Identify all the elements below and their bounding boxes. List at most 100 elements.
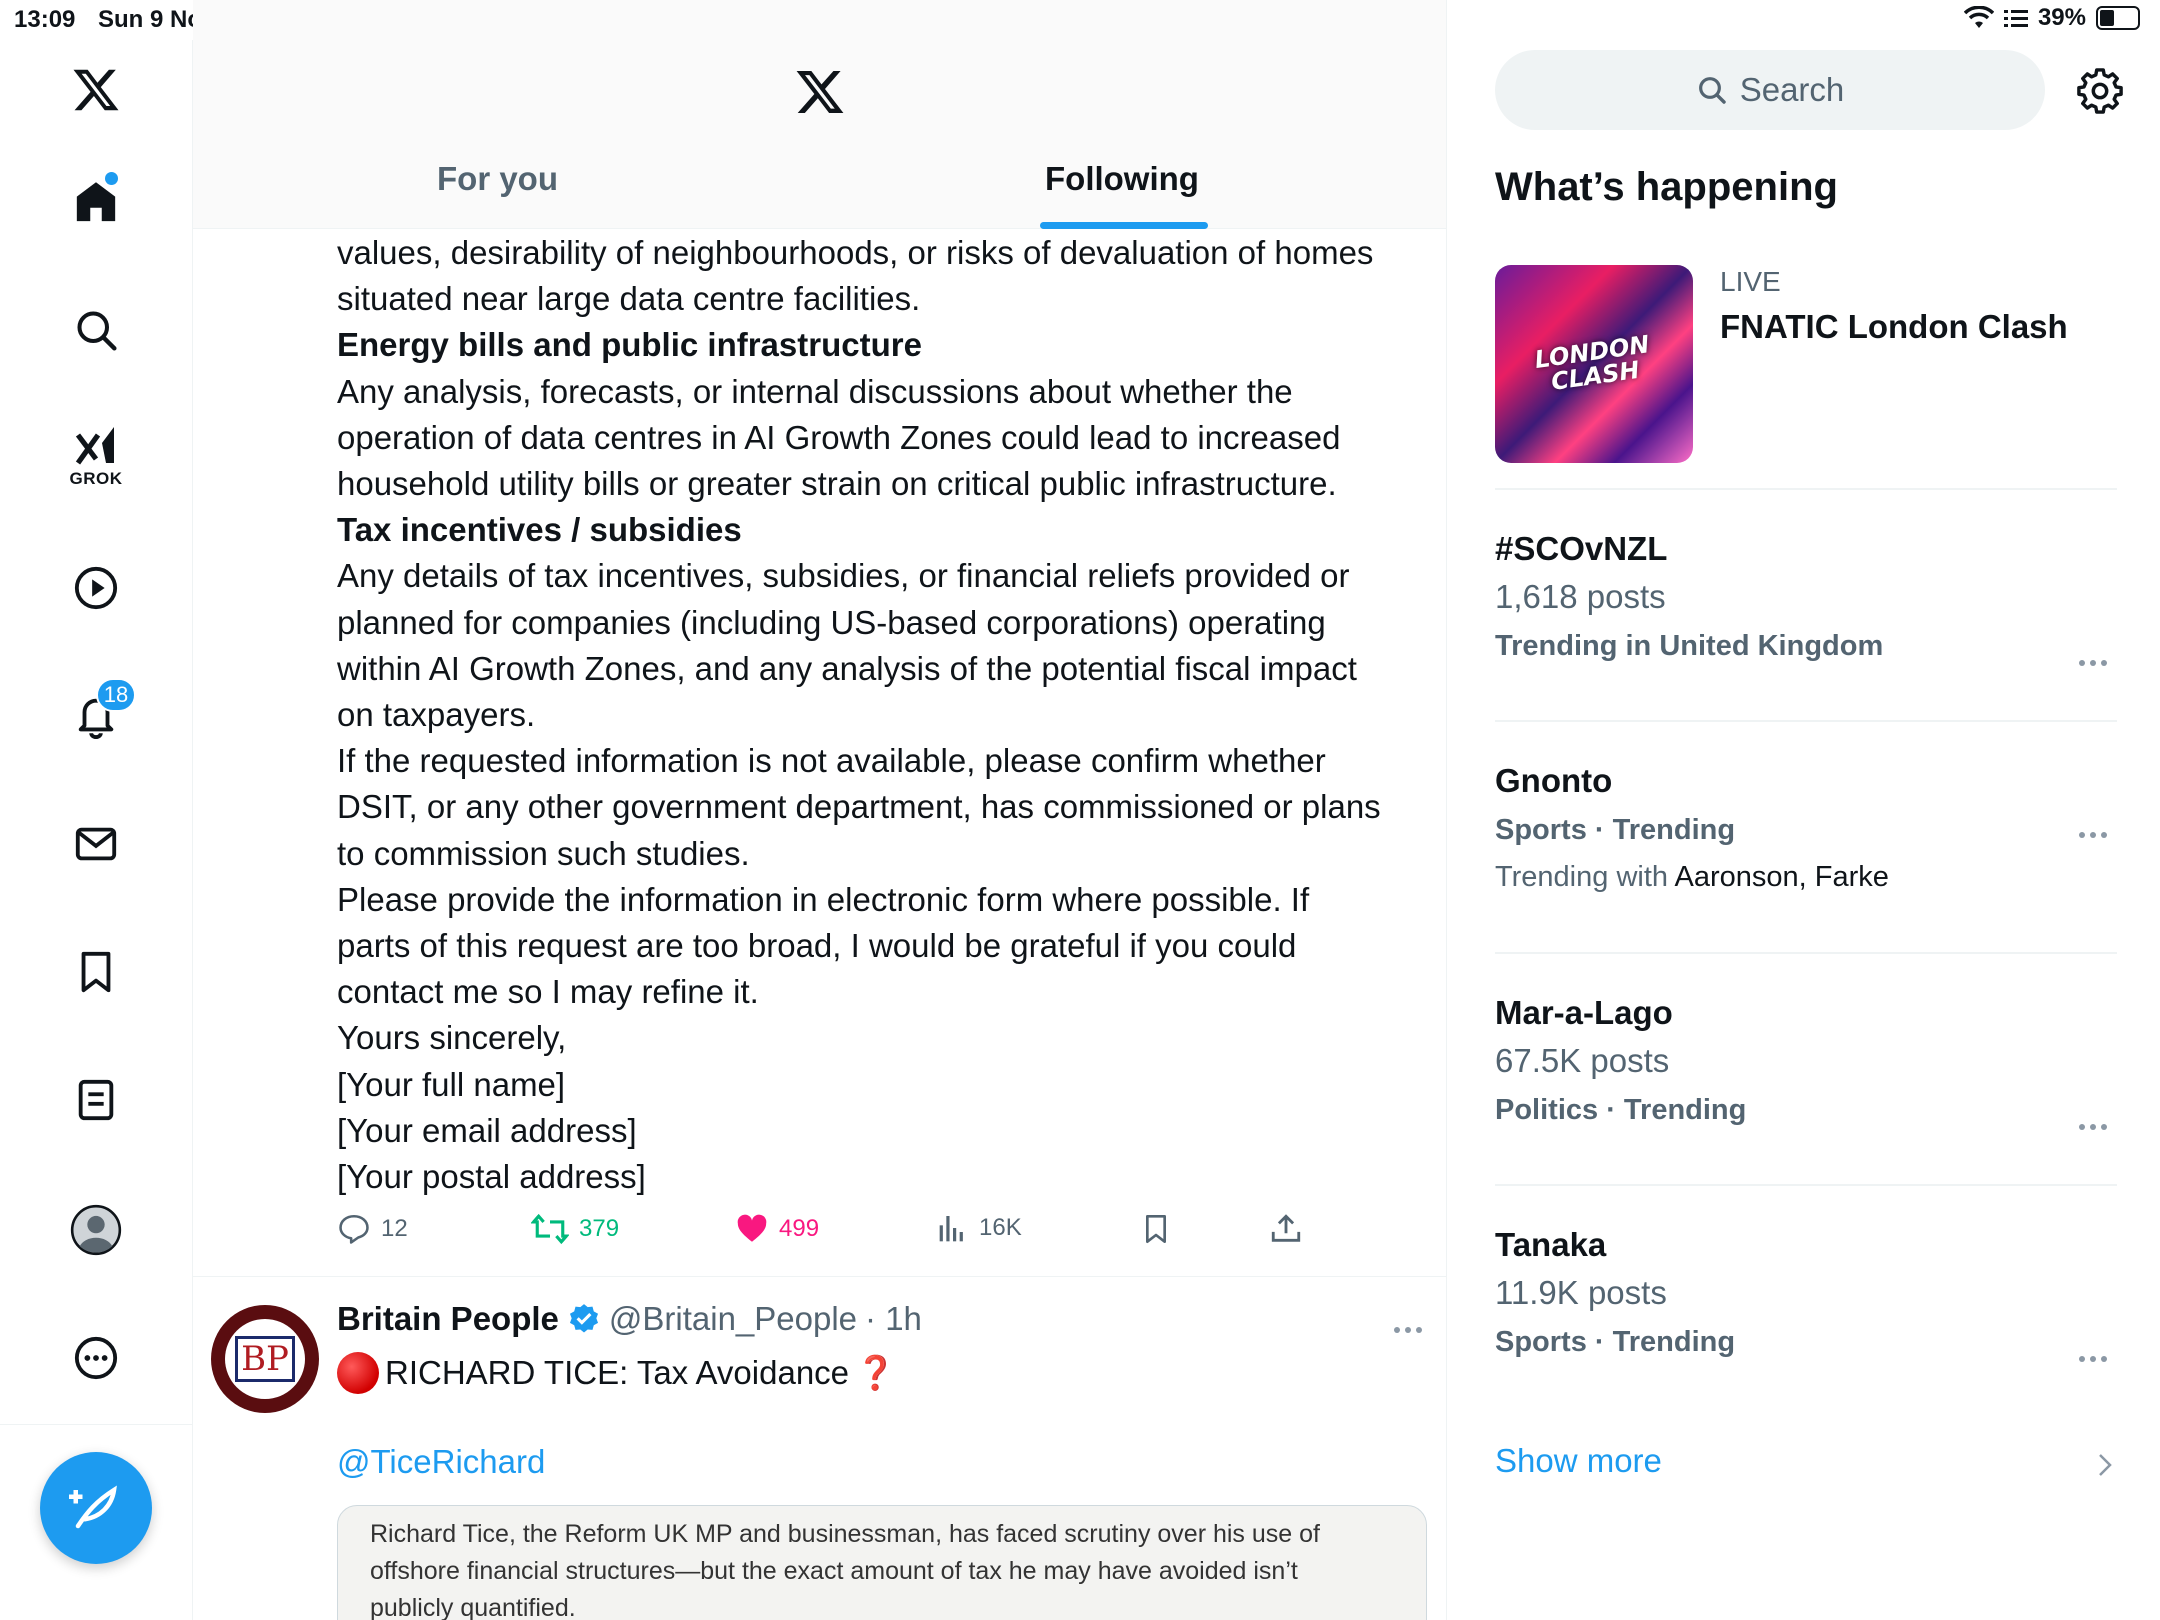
reply-icon [339,1214,369,1244]
nav-explore[interactable] [56,290,136,370]
tweet-header: Britain People @Britain_People · 1h [337,1300,922,1338]
trend-context: Trending in United Kingdom [1495,630,1884,662]
share-button[interactable] [1269,1212,1303,1246]
trend-item[interactable]: Tanaka 11.9K posts Sports · Trending [1495,1226,2117,1362]
author-handle[interactable]: @Britain_People [609,1300,857,1338]
trend-post-count: 67.5K posts [1495,1042,1670,1079]
tweet-more-button[interactable] [1393,1322,1423,1340]
tweet-bookmark-button[interactable] [1140,1212,1172,1246]
live-event-thumbnail[interactable]: LONDON CLASH [1495,265,1693,463]
bookmark-icon [1146,1215,1166,1243]
home-unread-dot [105,172,118,185]
grok-label: GROK [69,469,123,488]
settings-button[interactable] [2077,68,2123,119]
reply-button[interactable]: 12 [337,1212,408,1246]
question-emoji-icon: ❓ [855,1354,897,1391]
live-thumb-logo: LONDON CLASH [1533,330,1652,396]
nav-bookmarks[interactable] [56,932,136,1012]
nav-more[interactable] [56,1318,136,1398]
tweet-divider [193,1276,1446,1277]
tweet2-text: RICHARD TICE: Tax Avoidance ❓ [337,1350,896,1396]
trend-post-count: 11.9K posts [1495,1274,1667,1311]
tweet-line: household utility bills or greater strai… [337,465,1337,503]
author-name[interactable]: Britain People [337,1300,559,1338]
trend-item[interactable]: #SCOvNZL 1,618 posts Trending in United … [1495,530,2117,666]
active-tab-indicator [1040,222,1208,229]
nav-video[interactable] [56,548,136,628]
nav-grok[interactable]: GROK [56,416,136,496]
tweet-line: [Your email address] [337,1111,637,1149]
x-logo-icon[interactable] [56,50,136,130]
trend-context: Sports · Trending [1495,1326,1736,1358]
x-logo-icon[interactable] [793,66,847,123]
tweet-subheading: Energy bills and public infrastructure [337,326,922,364]
timeline[interactable]: values, desirability of neighbourhoods, … [193,0,1447,1620]
tweet-line: contact me so I may refine it. [337,973,759,1011]
nav-messages[interactable] [56,804,136,884]
tweet-actions: 12 379 499 16K [337,1212,1337,1256]
compose-button[interactable] [40,1452,152,1564]
divider [1495,952,2117,954]
trend-post-count: 1,618 posts [1495,578,1666,615]
live-event-title[interactable]: FNATIC London Clash [1720,308,2068,346]
quote-line: publicly quantified. [370,1594,576,1620]
bookmark-icon [81,951,111,993]
search-icon [77,311,117,351]
search-icon [1698,77,1726,104]
search-input[interactable]: Search [1495,50,2045,130]
more-circle-icon [74,1336,118,1380]
trend-item[interactable]: Mar-a-Lago 67.5K posts Politics · Trendi… [1495,994,2117,1130]
tweet-line: [Your postal address] [337,1158,646,1196]
section-title: What’s happening [1495,165,1838,209]
quoted-image[interactable]: Richard Tice, the Reform UK MP and busin… [337,1505,1427,1620]
views-count: 16K [979,1214,1022,1241]
nav-home[interactable] [56,162,136,242]
tweet-line: within AI Growth Zones, and any analysis… [337,649,1357,687]
envelope-icon [75,827,117,861]
red-circle-emoji-icon [337,1352,379,1394]
heart-icon [737,1214,767,1242]
nav-lists[interactable] [56,1060,136,1140]
gear-icon [2077,68,2123,114]
nav-notifications[interactable]: 18 [56,676,136,756]
trend-more-icon[interactable] [2079,1356,2107,1362]
tab-following[interactable]: Following [1045,160,1199,198]
reply-count: 12 [381,1215,408,1242]
trend-title: Gnonto [1495,762,1613,799]
tweet-text: values, desirability of neighbourhoods, … [337,230,1427,1200]
nav-profile[interactable] [56,1190,136,1270]
tweet-line: situated near large data centre faciliti… [337,280,921,318]
play-icon [74,566,118,610]
trend-more-icon[interactable] [2079,1124,2107,1130]
like-button[interactable]: 499 [735,1212,819,1246]
repost-icon [531,1213,569,1245]
search-placeholder: Search [1739,71,1845,108]
repost-button[interactable]: 379 [531,1212,619,1246]
notifications-badge: 18 [96,678,136,712]
tab-for-you[interactable]: For you [437,160,558,198]
tweet-line: operation of data centres in AI Growth Z… [337,418,1341,456]
trend-related: Trending with Aaronson, Farke [1495,861,1889,893]
tweet-subheading: Tax incentives / subsidies [337,511,742,549]
trend-more-icon[interactable] [2079,660,2107,666]
trend-more-icon[interactable] [2079,832,2107,838]
tweet-line: to commission such studies. [337,834,750,872]
left-navigation: GROK 18 [0,40,193,1620]
divider [1495,1184,2117,1186]
home-icon [76,182,116,222]
avatar-logo-text: BP [235,1336,295,1382]
mention-link[interactable]: @TiceRichard [337,1443,545,1481]
trend-context: Politics · Trending [1495,1094,1747,1126]
author-avatar[interactable]: BP [211,1305,319,1413]
show-more-link[interactable]: Show more [1495,1442,1662,1480]
compose-feather-icon [69,1485,117,1529]
tweet-line: on taxpayers. [337,696,536,734]
views-button[interactable]: 16K [937,1212,1022,1244]
views-chart-icon [939,1216,963,1242]
nav-divider [0,1424,193,1425]
trend-item[interactable]: Gnonto Sports · Trending Trending with A… [1495,762,2117,894]
tweet-line: DSIT, or any other government department… [337,788,1381,826]
tweet-line: If the requested information is not avai… [337,742,1326,780]
tweet-line: Yours sincerely, [337,1019,567,1057]
list-icon [78,1079,114,1121]
